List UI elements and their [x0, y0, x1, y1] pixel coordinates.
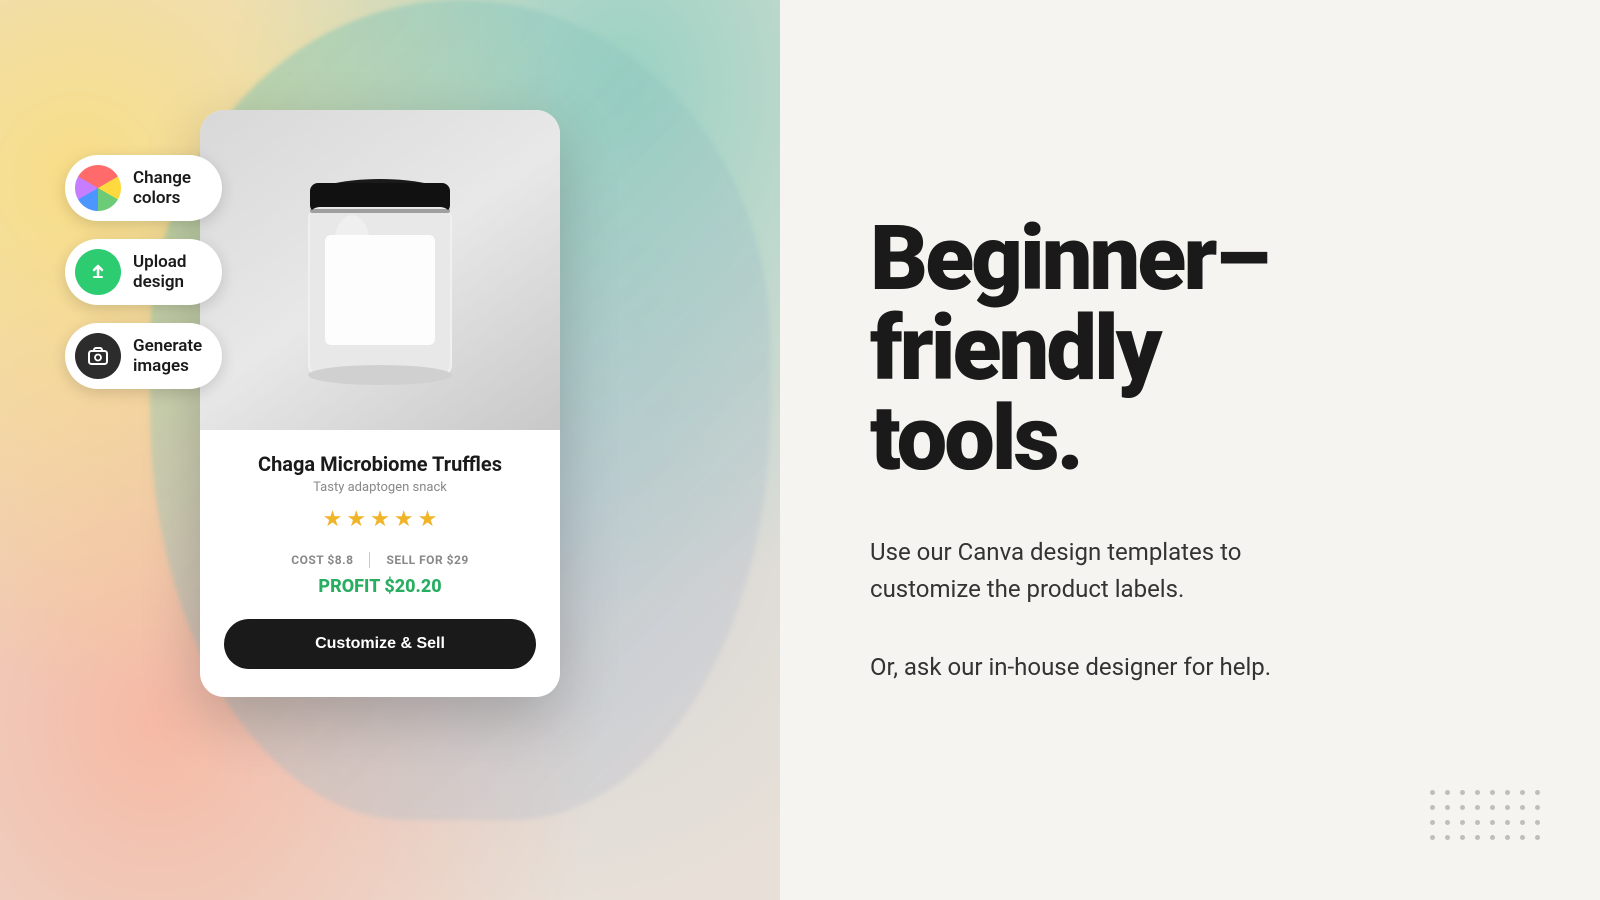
dot: [1475, 790, 1480, 795]
camera-icon: [75, 333, 121, 379]
star-rating: ★ ★ ★ ★ ★: [224, 507, 536, 532]
star-3: ★: [370, 507, 390, 532]
dot-grid-decoration: [1430, 790, 1540, 840]
dot: [1460, 835, 1465, 840]
generate-images-button[interactable]: Generateimages: [65, 323, 222, 389]
generate-images-label: Generateimages: [133, 336, 202, 377]
right-panel: Beginner– friendly tools. Use our Canva …: [780, 0, 1600, 900]
dot: [1535, 790, 1540, 795]
product-image-area: [200, 110, 560, 430]
dot: [1430, 835, 1435, 840]
card-content: Chaga Microbiome Truffles Tasty adaptoge…: [200, 430, 560, 697]
upload-icon: [75, 249, 121, 295]
dot: [1490, 820, 1495, 825]
star-2: ★: [346, 507, 366, 532]
dot: [1460, 820, 1465, 825]
left-panel: Changecolors Uploaddesign Ge: [0, 0, 780, 900]
dot: [1490, 790, 1495, 795]
jar-image: [280, 125, 480, 415]
dot: [1520, 835, 1525, 840]
description-2: Or, ask our in-house designer for help.: [870, 649, 1350, 686]
dot: [1475, 835, 1480, 840]
star-5: ★: [418, 507, 438, 532]
dot: [1505, 805, 1510, 810]
dot: [1520, 805, 1525, 810]
dot: [1475, 805, 1480, 810]
product-subtitle: Tasty adaptogen snack: [224, 480, 536, 495]
pricing-row: COST $8.8 SELL FOR $29: [224, 552, 536, 568]
profit-label: PROFIT $20.20: [318, 576, 441, 597]
dot: [1445, 805, 1450, 810]
cost-label: COST $8.8: [291, 553, 353, 567]
dot: [1445, 790, 1450, 795]
headline-line3: tools.: [870, 386, 1081, 491]
dot: [1505, 835, 1510, 840]
price-divider: [369, 552, 370, 568]
upload-design-label: Uploaddesign: [133, 252, 186, 293]
star-1: ★: [323, 507, 343, 532]
dot: [1445, 820, 1450, 825]
dot: [1505, 790, 1510, 795]
tools-container: Changecolors Uploaddesign Ge: [65, 155, 222, 389]
product-card: Chaga Microbiome Truffles Tasty adaptoge…: [200, 110, 560, 697]
upload-design-button[interactable]: Uploaddesign: [65, 239, 222, 305]
dot: [1490, 835, 1495, 840]
customize-sell-button[interactable]: Customize & Sell: [224, 619, 536, 669]
color-wheel-icon: [75, 165, 121, 211]
product-name: Chaga Microbiome Truffles: [224, 452, 536, 476]
profit-row: PROFIT $20.20: [224, 576, 536, 597]
dot: [1445, 835, 1450, 840]
dot: [1535, 820, 1540, 825]
dot: [1475, 820, 1480, 825]
dot: [1520, 790, 1525, 795]
dot: [1520, 820, 1525, 825]
star-4: ★: [394, 507, 414, 532]
sell-label: SELL FOR $29: [386, 553, 468, 567]
headline: Beginner– friendly tools.: [870, 214, 1520, 484]
dot: [1535, 835, 1540, 840]
change-colors-button[interactable]: Changecolors: [65, 155, 222, 221]
dot: [1430, 790, 1435, 795]
dot: [1430, 805, 1435, 810]
dot: [1430, 820, 1435, 825]
dot: [1535, 805, 1540, 810]
dot: [1460, 790, 1465, 795]
dot: [1505, 820, 1510, 825]
dot: [1490, 805, 1495, 810]
description-1: Use our Canva design templates to custom…: [870, 534, 1350, 608]
change-colors-label: Changecolors: [133, 168, 191, 209]
dot: [1460, 805, 1465, 810]
